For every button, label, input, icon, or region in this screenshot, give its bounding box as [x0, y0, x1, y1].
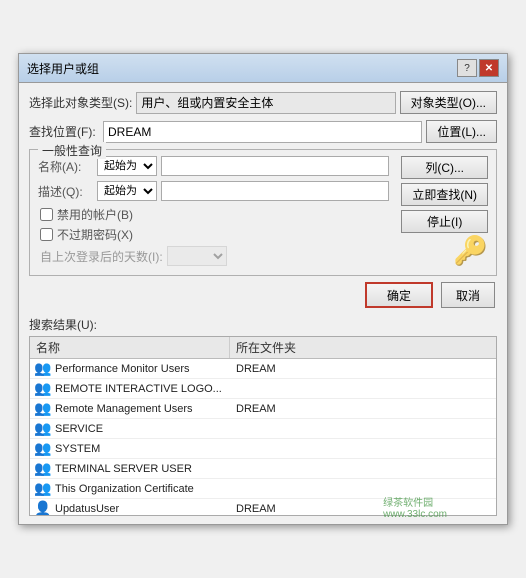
watermark: 绿茶软件园 www.33lc.com [383, 494, 447, 520]
row-name-text: REMOTE INTERACTIVE LOGO... [55, 383, 222, 395]
row-name-text: TERMINAL SERVER USER [55, 463, 192, 475]
table-row[interactable]: 👥Remote Management UsersDREAM [30, 399, 496, 419]
disabled-checkbox[interactable] [40, 208, 53, 221]
general-query-group: 一般性查询 名称(A): 起始为 描述(Q): [29, 149, 497, 276]
table-row[interactable]: 👥SERVICE [30, 419, 496, 439]
confirm-button[interactable]: 确定 [365, 282, 433, 308]
results-section: 搜索结果(U): 名称 所在文件夹 👥Performance Monitor U… [29, 316, 497, 516]
dialog-title: 选择用户或组 [27, 60, 99, 77]
name-row: 名称(A): 起始为 [38, 156, 389, 176]
title-bar-controls: ? ✕ [457, 59, 499, 77]
object-type-input [136, 92, 395, 114]
row-folder-text [230, 428, 496, 430]
find-now-button[interactable]: 立即查找(N) [401, 183, 488, 206]
user-icon: 👥 [34, 380, 52, 397]
user-icon: 👤 [34, 500, 52, 516]
desc-combo[interactable]: 起始为 [97, 181, 157, 201]
row-name: 👥REMOTE INTERACTIVE LOGO... [30, 379, 230, 398]
location-label: 查找位置(F): [29, 123, 99, 140]
stop-button[interactable]: 停止(I) [401, 210, 488, 233]
row-name: 👥Performance Monitor Users [30, 359, 230, 378]
row-name-text: UpdatusUser [55, 503, 119, 515]
object-type-row: 选择此对象类型(S): 对象类型(O)... [29, 91, 497, 114]
location-input[interactable] [103, 121, 422, 143]
row-name: 👥This Organization Certificate [30, 479, 230, 498]
bottom-buttons: 确定 取消 [29, 282, 497, 308]
disabled-label: 禁用的帐户(B) [57, 206, 133, 223]
row-name: 👤UpdatusUser [30, 499, 230, 516]
row-folder-text: DREAM [230, 362, 496, 376]
results-table[interactable]: 名称 所在文件夹 👥Performance Monitor UsersDREAM… [29, 336, 497, 516]
name-combo[interactable]: 起始为 [97, 156, 157, 176]
no-expire-checkbox-row: 不过期密码(X) [38, 226, 389, 243]
side-buttons: 列(C)... 立即查找(N) 停止(I) 🔑 [401, 156, 488, 267]
user-icon: 👥 [34, 460, 52, 477]
col-folder-header: 所在文件夹 [230, 337, 496, 358]
user-icon: 👥 [34, 440, 52, 457]
close-button[interactable]: ✕ [479, 59, 499, 77]
results-label: 搜索结果(U): [29, 316, 497, 333]
row-folder-text [230, 468, 496, 470]
row-folder-text: DREAM [230, 502, 496, 516]
table-row[interactable]: 👥TERMINAL SERVER USER [30, 459, 496, 479]
user-icon: 👥 [34, 480, 52, 497]
user-icon: 👥 [34, 420, 52, 437]
dialog-body: 选择此对象类型(S): 对象类型(O)... 查找位置(F): 位置(L)...… [19, 83, 507, 524]
user-icon: 👥 [34, 400, 52, 417]
row-name-text: This Organization Certificate [55, 483, 194, 495]
desc-input[interactable] [161, 181, 389, 201]
row-folder-text [230, 388, 496, 390]
row-name-text: SYSTEM [55, 443, 100, 455]
desc-label: 描述(Q): [38, 183, 93, 200]
help-button[interactable]: ? [457, 59, 477, 77]
days-combo [167, 246, 227, 266]
no-expire-label: 不过期密码(X) [57, 226, 133, 243]
row-name: 👥Remote Management Users [30, 399, 230, 418]
table-header: 名称 所在文件夹 [30, 337, 496, 359]
row-folder-text [230, 448, 496, 450]
table-row[interactable]: 👥REMOTE INTERACTIVE LOGO... [30, 379, 496, 399]
row-folder-text [230, 488, 496, 490]
desc-row: 描述(Q): 起始为 [38, 181, 389, 201]
days-row: 自上次登录后的天数(I): [38, 246, 389, 266]
row-name: 👥TERMINAL SERVER USER [30, 459, 230, 478]
table-row[interactable]: 👥Performance Monitor UsersDREAM [30, 359, 496, 379]
row-name: 👥SERVICE [30, 419, 230, 438]
name-label: 名称(A): [38, 158, 93, 175]
group-box-title: 一般性查询 [38, 142, 106, 159]
row-name-text: SERVICE [55, 423, 103, 435]
col-button[interactable]: 列(C)... [401, 156, 488, 179]
row-name-text: Remote Management Users [55, 403, 193, 415]
location-row: 查找位置(F): 位置(L)... [29, 120, 497, 143]
no-expire-checkbox[interactable] [40, 228, 53, 241]
col-name-header: 名称 [30, 337, 230, 358]
title-bar: 选择用户或组 ? ✕ [19, 54, 507, 83]
table-body: 👥Performance Monitor UsersDREAM👥REMOTE I… [30, 359, 496, 516]
select-user-dialog: 选择用户或组 ? ✕ 选择此对象类型(S): 对象类型(O)... 查找位置(F… [18, 53, 508, 525]
user-icon: 👥 [34, 360, 52, 377]
days-label: 自上次登录后的天数(I): [40, 248, 163, 265]
icon-area: 🔑 [401, 237, 488, 267]
location-button[interactable]: 位置(L)... [426, 120, 497, 143]
disabled-checkbox-row: 禁用的帐户(B) [38, 206, 389, 223]
table-row[interactable]: 👥SYSTEM [30, 439, 496, 459]
row-folder-text: DREAM [230, 402, 496, 416]
cancel-button[interactable]: 取消 [441, 282, 495, 308]
row-name: 👥SYSTEM [30, 439, 230, 458]
query-fields: 名称(A): 起始为 描述(Q): 起始为 [38, 156, 389, 267]
object-type-button[interactable]: 对象类型(O)... [400, 91, 497, 114]
name-input[interactable] [161, 156, 389, 176]
row-name-text: Performance Monitor Users [55, 363, 190, 375]
key-icon: 🔑 [453, 234, 488, 267]
object-type-label: 选择此对象类型(S): [29, 94, 132, 111]
